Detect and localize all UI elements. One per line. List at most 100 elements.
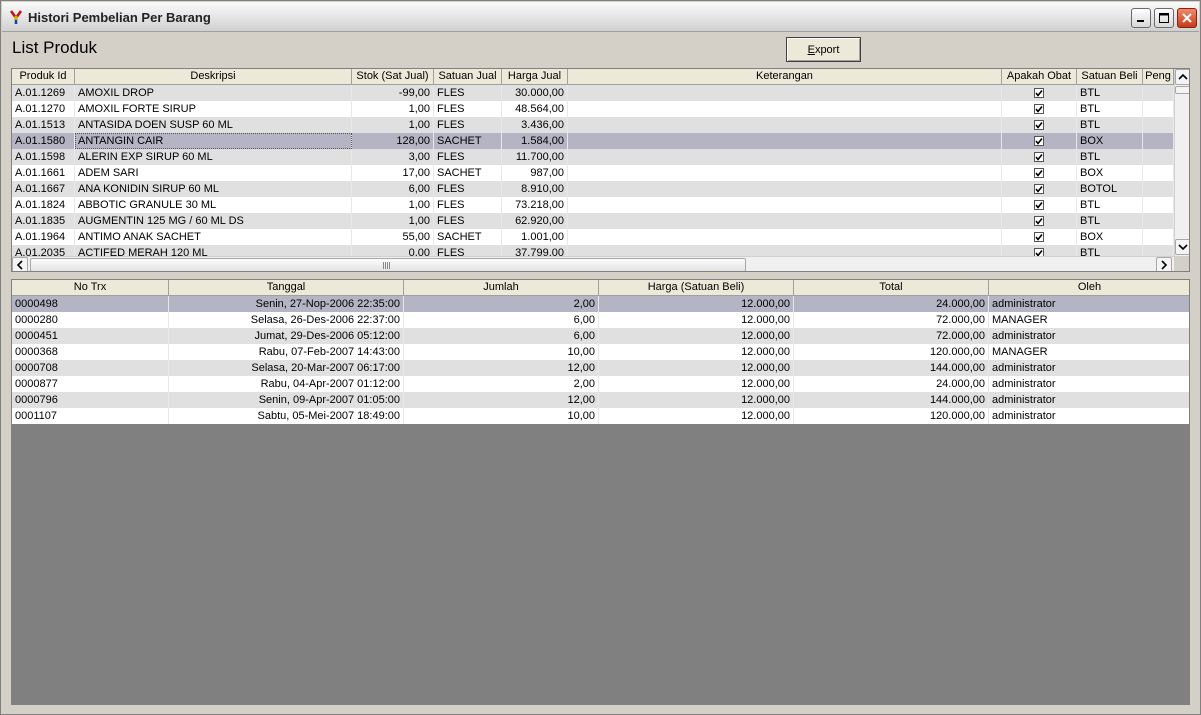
maximize-button[interactable] bbox=[1154, 8, 1174, 28]
product-grid[interactable]: Produk Id Deskripsi Stok (Sat Jual) Satuan … bbox=[11, 68, 1190, 272]
table-row[interactable]: A.01.1835 AUGMENTIN 125 MG / 60 ML DS 1,00… bbox=[12, 213, 1174, 229]
table-row[interactable]: 0000498 Senin, 27-Nop-2006 22:35:00 2,00 12… bbox=[12, 296, 1189, 312]
table-row[interactable]: 0000877 Rabu, 04-Apr-2007 01:12:00 2,00 12.… bbox=[12, 376, 1189, 392]
table-cell: 12.000,00 bbox=[599, 376, 794, 392]
table-cell: FLES bbox=[434, 101, 502, 117]
checkbox-checked-icon[interactable] bbox=[1034, 200, 1044, 210]
scroll-up-button[interactable] bbox=[1175, 69, 1189, 85]
table-cell: A.01.1667 bbox=[12, 181, 75, 197]
table-cell: 24.000,00 bbox=[794, 296, 989, 312]
table-row[interactable]: 0001107 Sabtu, 05-Mei-2007 18:49:00 10,00 1… bbox=[12, 408, 1189, 424]
table-row[interactable]: 0000451 Jumat, 29-Des-2006 05:12:00 6,00 12… bbox=[12, 328, 1189, 344]
column-header[interactable]: Jumlah bbox=[404, 280, 599, 296]
column-header[interactable]: Oleh bbox=[989, 280, 1189, 296]
vertical-scrollbar[interactable] bbox=[1174, 69, 1189, 256]
table-cell: FLES bbox=[434, 213, 502, 229]
history-grid-body[interactable]: 0000498 Senin, 27-Nop-2006 22:35:00 2,00 12… bbox=[12, 296, 1189, 424]
table-cell: A.01.1964 bbox=[12, 229, 75, 245]
table-cell bbox=[1002, 85, 1077, 101]
checkbox-checked-icon[interactable] bbox=[1034, 152, 1044, 162]
table-cell: FLES bbox=[434, 149, 502, 165]
table-row[interactable]: A.01.1513 ANTASIDA DOEN SUSP 60 ML 1,00 FLE… bbox=[12, 117, 1174, 133]
table-cell: 12.000,00 bbox=[599, 360, 794, 376]
column-header[interactable]: Deskripsi bbox=[75, 69, 352, 85]
table-cell bbox=[1143, 85, 1174, 101]
table-cell: 6,00 bbox=[404, 328, 599, 344]
table-row[interactable]: A.01.1667 ANA KONIDIN SIRUP 60 ML 6,00 FLES… bbox=[12, 181, 1174, 197]
table-row[interactable]: A.01.1269 AMOXIL DROP -99,00 FLES 30.000,00 B… bbox=[12, 85, 1174, 101]
table-row[interactable]: A.01.1580 ANTANGIN CAIR 128,00 SACHET 1.584,… bbox=[12, 133, 1174, 149]
column-header[interactable]: Produk Id bbox=[12, 69, 75, 85]
table-row[interactable]: A.01.1598 ALERIN EXP SIRUP 60 ML 3,00 FLES 1… bbox=[12, 149, 1174, 165]
checkbox-checked-icon[interactable] bbox=[1034, 232, 1044, 242]
table-cell: 8.910,00 bbox=[502, 181, 568, 197]
column-header[interactable]: No Trx bbox=[12, 280, 169, 296]
checkbox-checked-icon[interactable] bbox=[1034, 184, 1044, 194]
table-cell: administrator bbox=[989, 376, 1189, 392]
vertical-scroll-thumb[interactable] bbox=[1175, 86, 1189, 94]
column-header[interactable]: Stok (Sat Jual) bbox=[352, 69, 434, 85]
checkbox-checked-icon[interactable] bbox=[1034, 248, 1044, 256]
table-cell: -99,00 bbox=[352, 85, 434, 101]
table-cell: 120.000,00 bbox=[794, 408, 989, 424]
table-cell bbox=[1143, 181, 1174, 197]
table-cell: Jumat, 29-Des-2006 05:12:00 bbox=[169, 328, 404, 344]
table-row[interactable]: A.01.1964 ANTIMO ANAK SACHET 55,00 SACHET 1.… bbox=[12, 229, 1174, 245]
column-header[interactable]: Satuan Jual bbox=[434, 69, 502, 85]
checkbox-checked-icon[interactable] bbox=[1034, 104, 1044, 114]
close-button[interactable] bbox=[1177, 8, 1197, 28]
scroll-down-button[interactable] bbox=[1175, 239, 1189, 255]
checkbox-checked-icon[interactable] bbox=[1034, 88, 1044, 98]
table-cell bbox=[1143, 245, 1174, 256]
table-row[interactable]: A.01.1661 ADEM SARI 17,00 SACHET 987,00 BOX bbox=[12, 165, 1174, 181]
checkbox-checked-icon[interactable] bbox=[1034, 136, 1044, 146]
table-row[interactable]: A.01.1270 AMOXIL FORTE SIRUP 1,00 FLES 48.56… bbox=[12, 101, 1174, 117]
table-cell: FLES bbox=[434, 117, 502, 133]
column-header[interactable]: Keterangan bbox=[568, 69, 1002, 85]
table-row[interactable]: A.01.1824 ABBOTIC GRANULE 30 ML 1,00 FLES 73… bbox=[12, 197, 1174, 213]
table-cell: 12.000,00 bbox=[599, 328, 794, 344]
horizontal-scroll-thumb[interactable] bbox=[30, 258, 746, 271]
table-cell: 0001107 bbox=[12, 408, 169, 424]
column-header[interactable]: Tanggal bbox=[169, 280, 404, 296]
table-cell: 12,00 bbox=[404, 392, 599, 408]
table-cell bbox=[568, 85, 1002, 101]
scroll-left-button[interactable] bbox=[12, 257, 28, 271]
column-header[interactable]: Apakah Obat bbox=[1002, 69, 1077, 85]
table-row[interactable]: 0000796 Senin, 09-Apr-2007 01:05:00 12,00 1… bbox=[12, 392, 1189, 408]
column-header[interactable]: Total bbox=[794, 280, 989, 296]
table-cell: Senin, 27-Nop-2006 22:35:00 bbox=[169, 296, 404, 312]
column-header[interactable]: Peng bbox=[1143, 69, 1174, 85]
chevron-down-icon bbox=[1178, 244, 1188, 251]
table-cell: BOTOL bbox=[1077, 181, 1143, 197]
table-row[interactable]: 0000280 Selasa, 26-Des-2006 22:37:00 6,00 1… bbox=[12, 312, 1189, 328]
purchase-history-grid[interactable]: No Trx Tanggal Jumlah Harga (Satuan Beli) To… bbox=[11, 279, 1190, 705]
column-header[interactable]: Harga Jual bbox=[502, 69, 568, 85]
column-header[interactable]: Satuan Beli bbox=[1077, 69, 1143, 85]
table-cell bbox=[1002, 149, 1077, 165]
export-button[interactable]: Export bbox=[786, 37, 861, 62]
table-cell: 11.700,00 bbox=[502, 149, 568, 165]
table-cell: 72.000,00 bbox=[794, 328, 989, 344]
table-cell: 0000451 bbox=[12, 328, 169, 344]
table-cell: A.01.1580 bbox=[12, 133, 75, 149]
checkbox-checked-icon[interactable] bbox=[1034, 216, 1044, 226]
column-header[interactable]: Harga (Satuan Beli) bbox=[599, 280, 794, 296]
table-cell: ANTASIDA DOEN SUSP 60 ML bbox=[75, 117, 352, 133]
table-cell: administrator bbox=[989, 296, 1189, 312]
minimize-button[interactable] bbox=[1131, 8, 1151, 28]
export-button-accel: E bbox=[807, 43, 815, 56]
table-cell: Selasa, 26-Des-2006 22:37:00 bbox=[169, 312, 404, 328]
table-cell: 12.000,00 bbox=[599, 392, 794, 408]
table-row[interactable]: 0000368 Rabu, 07-Feb-2007 14:43:00 10,00 12… bbox=[12, 344, 1189, 360]
horizontal-scrollbar[interactable] bbox=[12, 256, 1174, 271]
product-grid-body[interactable]: A.01.1269 AMOXIL DROP -99,00 FLES 30.000,00 B… bbox=[12, 85, 1174, 256]
table-row[interactable]: 0000708 Selasa, 20-Mar-2007 06:17:00 12,00… bbox=[12, 360, 1189, 376]
checkbox-checked-icon[interactable] bbox=[1034, 120, 1044, 130]
table-row[interactable]: A.01.2035 ACTIFED MERAH 120 ML 0,00 FLES 37.… bbox=[12, 245, 1174, 256]
table-cell: SACHET bbox=[434, 133, 502, 149]
table-cell: A.01.1270 bbox=[12, 101, 75, 117]
scroll-right-button[interactable] bbox=[1156, 257, 1172, 271]
title-bar[interactable]: Histori Pembelian Per Barang bbox=[2, 2, 1199, 32]
checkbox-checked-icon[interactable] bbox=[1034, 168, 1044, 178]
